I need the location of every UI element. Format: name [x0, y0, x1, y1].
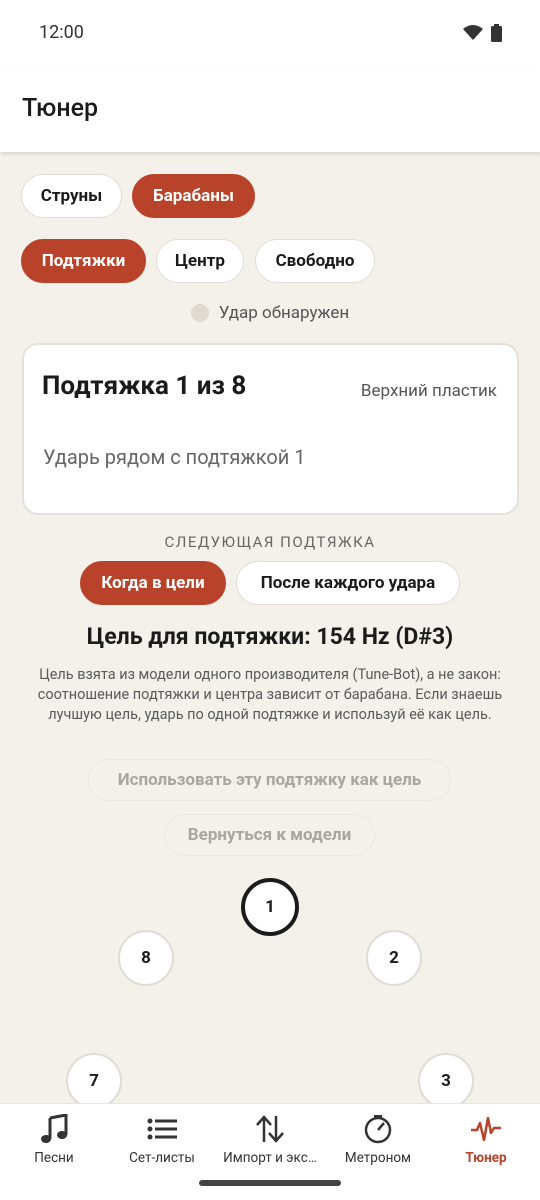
tab-lugs[interactable]: Подтяжки: [21, 239, 146, 283]
back-to-model-button[interactable]: Вернуться к модели: [164, 814, 375, 856]
lug-button-3[interactable]: 3: [418, 1053, 474, 1109]
hit-indicator: Удар обнаружен: [0, 303, 540, 323]
target-frequency: Цель для подтяжки: 154 Hz (D#3): [86, 623, 454, 650]
tuner-waveform-icon: [432, 1113, 540, 1145]
import-export-icon: [216, 1113, 324, 1145]
nav-songs[interactable]: Песни: [0, 1104, 108, 1200]
app-bar: Тюнер: [0, 68, 540, 152]
tab-free[interactable]: Свободно: [255, 239, 375, 283]
lug-card-title: Подтяжка 1 из 8: [42, 371, 247, 401]
tab-center[interactable]: Центр: [156, 239, 244, 283]
use-lug-as-target-button[interactable]: Использовать эту подтяжку как цель: [88, 759, 451, 801]
list-icon: [108, 1113, 216, 1145]
music-note-icon: [0, 1113, 108, 1145]
next-lug-after-each-hit[interactable]: После каждого удара: [236, 561, 460, 605]
nav-import-export-label: Импорт и экс…: [223, 1150, 317, 1166]
next-lug-when-on-target[interactable]: Когда в цели: [80, 561, 226, 605]
page-title: Тюнер: [22, 94, 99, 123]
status-icons: [463, 24, 502, 42]
hit-status-label: Удар обнаружен: [218, 303, 350, 323]
next-lug-section-label: СЛЕДУЮЩАЯ ПОДТЯЖКА: [164, 533, 376, 551]
lug-button-7[interactable]: 7: [66, 1053, 122, 1109]
nav-metronome[interactable]: Метроном: [324, 1104, 432, 1200]
metronome-icon: [324, 1113, 432, 1145]
lug-card-hint: Ударь рядом с подтяжкой 1: [43, 445, 306, 469]
nav-tuner[interactable]: Тюнер: [432, 1104, 540, 1200]
battery-icon: [491, 24, 502, 42]
lug-button-1[interactable]: 1: [241, 878, 299, 936]
lug-button-2[interactable]: 2: [366, 930, 422, 986]
gesture-bar: [199, 1180, 341, 1186]
nav-metronome-label: Метроном: [344, 1150, 412, 1166]
wifi-icon: [463, 25, 483, 40]
lug-card: Подтяжка 1 из 8 Верхний пластик Ударь ря…: [22, 343, 519, 515]
target-description: Цель взята из модели одного производител…: [37, 666, 503, 723]
nav-songs-label: Песни: [34, 1150, 74, 1166]
tab-drums[interactable]: Барабаны: [132, 174, 255, 218]
status-time: 12:00: [39, 22, 84, 43]
nav-setlists-label: Сет-листы: [129, 1150, 195, 1166]
tab-strings[interactable]: Струны: [21, 174, 122, 218]
hit-status-dot: [190, 304, 209, 322]
lug-card-head: Верхний пластик: [360, 381, 497, 401]
status-bar: 12:00: [0, 0, 540, 68]
lug-button-8[interactable]: 8: [118, 930, 174, 986]
nav-tuner-label: Тюнер: [465, 1150, 507, 1166]
